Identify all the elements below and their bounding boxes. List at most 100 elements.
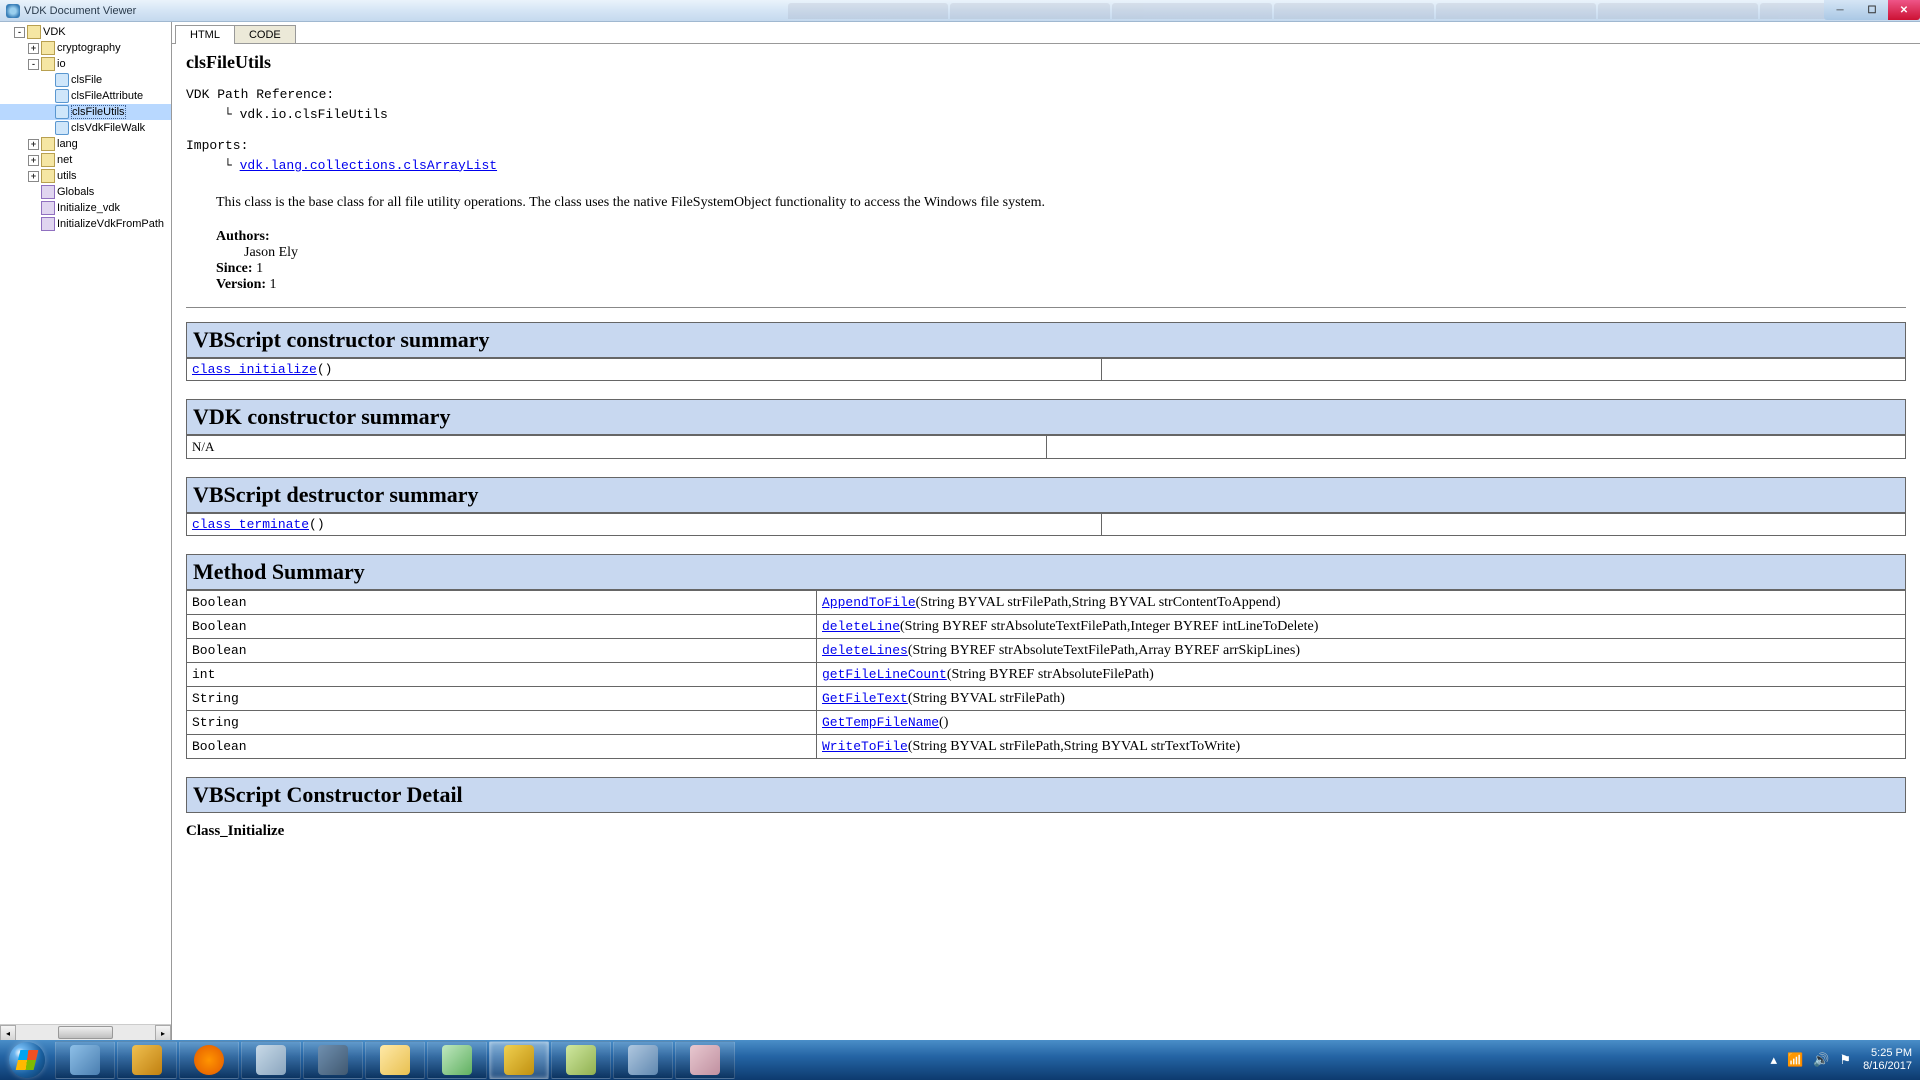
table-cell <box>1102 514 1906 536</box>
path-reference-label: VDK Path Reference: <box>186 85 1906 105</box>
scroll-track[interactable] <box>16 1025 155 1040</box>
tree-node-vdk[interactable]: -VDK <box>0 24 171 40</box>
version-value: 1 <box>270 277 277 292</box>
method-link[interactable]: deleteLines <box>822 643 908 658</box>
maximize-button[interactable]: ☐ <box>1856 0 1888 20</box>
tray-volume-icon[interactable]: 🔊 <box>1813 1052 1829 1068</box>
method-link[interactable]: AppendToFile <box>822 595 916 610</box>
method-summary: Method Summary BooleanAppendToFile(Strin… <box>186 554 1906 759</box>
method-link[interactable]: GetFileText <box>822 691 908 706</box>
taskbar-app-5[interactable] <box>427 1041 487 1079</box>
signature-cell: GetTempFileName() <box>817 711 1906 735</box>
imports-block: Imports: vdk.lang.collections.clsArrayLi… <box>186 136 1906 175</box>
table-row: StringGetFileText(String BYVAL strFilePa… <box>187 687 1906 711</box>
taskbar-clock[interactable]: 5:25 PM 8/16/2017 <box>1863 1047 1912 1073</box>
clock-date: 8/16/2017 <box>1863 1060 1912 1073</box>
tree-node-net[interactable]: +net <box>0 152 171 168</box>
doc-content-area[interactable]: clsFileUtils VDK Path Reference: vdk.io.… <box>172 43 1920 1040</box>
authors-label: Authors: <box>216 229 270 244</box>
taskbar-explorer[interactable] <box>365 1041 425 1079</box>
windows-logo-icon <box>9 1042 45 1078</box>
section-header: VBScript Constructor Detail <box>186 777 1906 813</box>
return-type-cell: String <box>187 711 817 735</box>
return-type-cell: int <box>187 663 817 687</box>
taskbar-app-2[interactable] <box>117 1041 177 1079</box>
taskbar-app-4[interactable] <box>303 1041 363 1079</box>
signature-cell: WriteToFile(String BYVAL strFilePath,Str… <box>817 735 1906 759</box>
system-tray: ▴ 📶 🔊 ⚑ 5:25 PM 8/16/2017 <box>1771 1047 1920 1073</box>
import-link[interactable]: vdk.lang.collections.clsArrayList <box>240 158 497 173</box>
class-description: This class is the base class for all fil… <box>216 195 1906 211</box>
method-link[interactable]: getFileLineCount <box>822 667 947 682</box>
close-button[interactable]: ✕ <box>1888 0 1920 20</box>
method-params: () <box>939 715 948 730</box>
method-params: (String BYREF strAbsoluteTextFilePath,Ar… <box>908 643 1300 658</box>
method-link[interactable]: deleteLine <box>822 619 900 634</box>
method-link[interactable]: WriteToFile <box>822 739 908 754</box>
table-cell <box>1047 436 1906 459</box>
window-controls: ─ ☐ ✕ <box>1824 0 1920 20</box>
table-row: class_initialize() <box>187 359 1906 381</box>
tree-node-clsfile[interactable]: clsFile <box>0 72 171 88</box>
table-row: N/A <box>187 436 1906 459</box>
tree-node-utils[interactable]: +utils <box>0 168 171 184</box>
tree-node-clsfileutils[interactable]: clsFileUtils <box>0 104 171 120</box>
author-name: Jason Ely <box>244 245 1906 261</box>
minimize-button[interactable]: ─ <box>1824 0 1856 20</box>
tree-horizontal-scrollbar[interactable]: ◂ ▸ <box>0 1024 171 1040</box>
table-cell <box>1102 359 1906 381</box>
tree-panel: -VDK +cryptography -io clsFile clsFileAt… <box>0 22 172 1040</box>
return-type-cell: Boolean <box>187 615 817 639</box>
constructor-link[interactable]: class_initialize <box>192 362 317 377</box>
tray-chevron-icon[interactable]: ▴ <box>1771 1052 1778 1068</box>
taskbar: ▴ 📶 🔊 ⚑ 5:25 PM 8/16/2017 <box>0 1040 1920 1080</box>
taskbar-app-7[interactable] <box>613 1041 673 1079</box>
tree-node-io[interactable]: -io <box>0 56 171 72</box>
tree-node-clsvdkfilewalk[interactable]: clsVdkFileWalk <box>0 120 171 136</box>
destructor-link[interactable]: class_terminate <box>192 517 309 532</box>
taskbar-paint[interactable] <box>675 1041 735 1079</box>
method-link[interactable]: GetTempFileName <box>822 715 939 730</box>
tree-node-initializevdk[interactable]: Initialize_vdk <box>0 200 171 216</box>
namespace-tree[interactable]: -VDK +cryptography -io clsFile clsFileAt… <box>0 22 171 234</box>
scroll-right-button[interactable]: ▸ <box>155 1025 171 1040</box>
tree-node-lang[interactable]: +lang <box>0 136 171 152</box>
table-row: BooleandeleteLines(String BYREF strAbsol… <box>187 639 1906 663</box>
class-title: clsFileUtils <box>186 52 1906 73</box>
tray-icons: ▴ 📶 🔊 ⚑ <box>1771 1052 1852 1068</box>
clock-time: 5:25 PM <box>1863 1047 1912 1060</box>
tab-html[interactable]: HTML <box>175 25 235 44</box>
signature-cell: deleteLine(String BYREF strAbsoluteTextF… <box>817 615 1906 639</box>
tree-node-initializevdkfrompath[interactable]: InitializeVdkFromPath <box>0 216 171 232</box>
tab-code[interactable]: CODE <box>234 25 296 44</box>
tree-node-clsfileattribute[interactable]: clsFileAttribute <box>0 88 171 104</box>
tree-node-globals[interactable]: Globals <box>0 184 171 200</box>
tray-flag-icon[interactable]: ⚑ <box>1839 1052 1851 1068</box>
taskbar-firefox[interactable] <box>179 1041 239 1079</box>
method-params: (String BYREF strAbsoluteTextFilePath,In… <box>900 619 1318 634</box>
vbscript-destructor-summary: VBScript destructor summary class_termin… <box>186 477 1906 536</box>
since-value: 1 <box>256 261 263 276</box>
signature-cell: deleteLines(String BYREF strAbsoluteText… <box>817 639 1906 663</box>
tray-network-icon[interactable]: 📶 <box>1787 1052 1803 1068</box>
section-header: VDK constructor summary <box>186 399 1906 435</box>
method-params: (String BYVAL strFilePath,String BYVAL s… <box>916 595 1281 610</box>
taskbar-vdk-viewer[interactable] <box>489 1041 549 1079</box>
vbscript-constructor-detail: VBScript Constructor Detail Class_Initia… <box>186 777 1906 840</box>
start-button[interactable] <box>0 1040 54 1080</box>
scroll-thumb[interactable] <box>58 1026 114 1039</box>
taskbar-app-3[interactable] <box>241 1041 301 1079</box>
table-row: StringGetTempFileName() <box>187 711 1906 735</box>
app-icon <box>6 4 20 18</box>
table-row: BooleandeleteLine(String BYREF strAbsolu… <box>187 615 1906 639</box>
section-header: VBScript constructor summary <box>186 322 1906 358</box>
taskbar-app-6[interactable] <box>551 1041 611 1079</box>
taskbar-app-1[interactable] <box>55 1041 115 1079</box>
content-panel: HTML CODE clsFileUtils VDK Path Referenc… <box>172 22 1920 1040</box>
tree-node-cryptography[interactable]: +cryptography <box>0 40 171 56</box>
detail-member-name: Class_Initialize <box>186 823 1906 840</box>
scroll-left-button[interactable]: ◂ <box>0 1025 16 1040</box>
imports-label: Imports: <box>186 136 1906 156</box>
path-reference-block: VDK Path Reference: vdk.io.clsFileUtils <box>186 85 1906 124</box>
inactive-background-tabs <box>788 3 1920 19</box>
